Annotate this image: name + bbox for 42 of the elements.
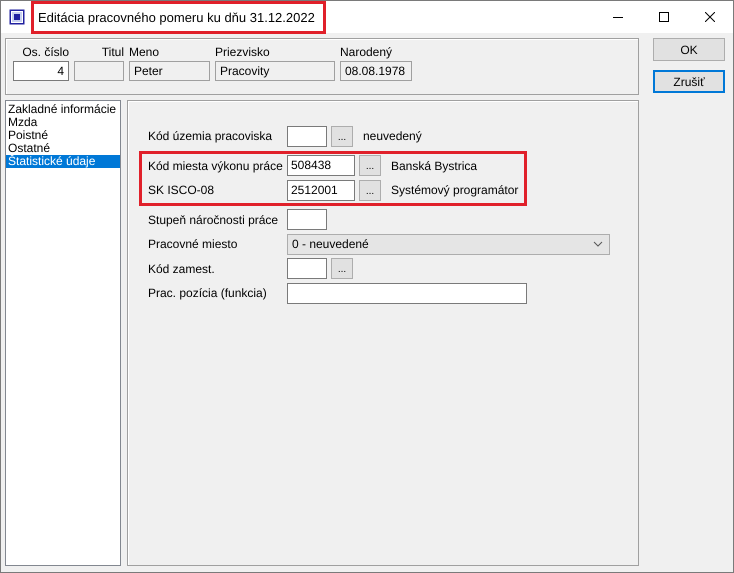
- sidebar-item[interactable]: Poistné: [6, 129, 120, 142]
- field-label: Kód miesta výkonu práce: [148, 158, 283, 173]
- field-label: Prac. pozícia (funkcia): [148, 286, 268, 300]
- code-description: Systémový programátor: [391, 183, 518, 198]
- app-icon: [9, 9, 25, 25]
- input-field[interactable]: [287, 126, 327, 147]
- header-label: Titul: [100, 45, 124, 59]
- header-field: Pracovity: [215, 61, 335, 81]
- field-label: Kód zamest.: [148, 262, 216, 276]
- sidebar-item[interactable]: Štatistické údaje: [6, 155, 120, 168]
- chevron-down-icon: [593, 241, 603, 248]
- header-label: Os. číslo: [21, 45, 69, 59]
- code-description: Banská Bystrica: [391, 158, 478, 173]
- sidebar-item[interactable]: Ostatné: [6, 142, 120, 155]
- browse-button[interactable]: ...: [331, 258, 353, 280]
- sidebar-item[interactable]: Zakladné informácie: [6, 103, 120, 116]
- header-field[interactable]: 4: [13, 61, 69, 81]
- header-field: 08.08.1978: [340, 61, 412, 81]
- dropdown[interactable]: 0 - neuvedené: [287, 234, 610, 255]
- header-label: Priezvisko: [215, 45, 271, 59]
- close-icon: [705, 12, 715, 22]
- input-field[interactable]: 2512001: [287, 180, 355, 201]
- sidebar-item[interactable]: Mzda: [6, 116, 120, 129]
- dialog-button[interactable]: OK: [653, 38, 725, 61]
- header-label: Meno: [129, 45, 160, 59]
- field-label: Kód územia pracoviska: [148, 129, 274, 144]
- header-field: Peter: [129, 61, 210, 81]
- field-label: Pracovné miesto: [148, 237, 238, 252]
- header-label: Narodený: [340, 45, 394, 59]
- input-field[interactable]: [287, 282, 527, 304]
- window-title: Editácia pracovného pomeru ku dňu 31.12.2022: [31, 1, 326, 34]
- field-label: SK ISCO-08: [148, 183, 216, 198]
- code-description: neuvedený: [363, 129, 422, 144]
- dialog-button[interactable]: Zrušiť: [653, 70, 725, 93]
- input-field[interactable]: [287, 258, 327, 280]
- input-field[interactable]: [287, 209, 327, 230]
- browse-button[interactable]: ...: [359, 180, 381, 201]
- maximize-icon: [659, 12, 669, 22]
- field-label: Stupeň náročnosti práce: [148, 212, 280, 227]
- browse-button[interactable]: ...: [359, 155, 381, 176]
- input-field[interactable]: 508438: [287, 155, 355, 176]
- browse-button[interactable]: ...: [331, 126, 353, 147]
